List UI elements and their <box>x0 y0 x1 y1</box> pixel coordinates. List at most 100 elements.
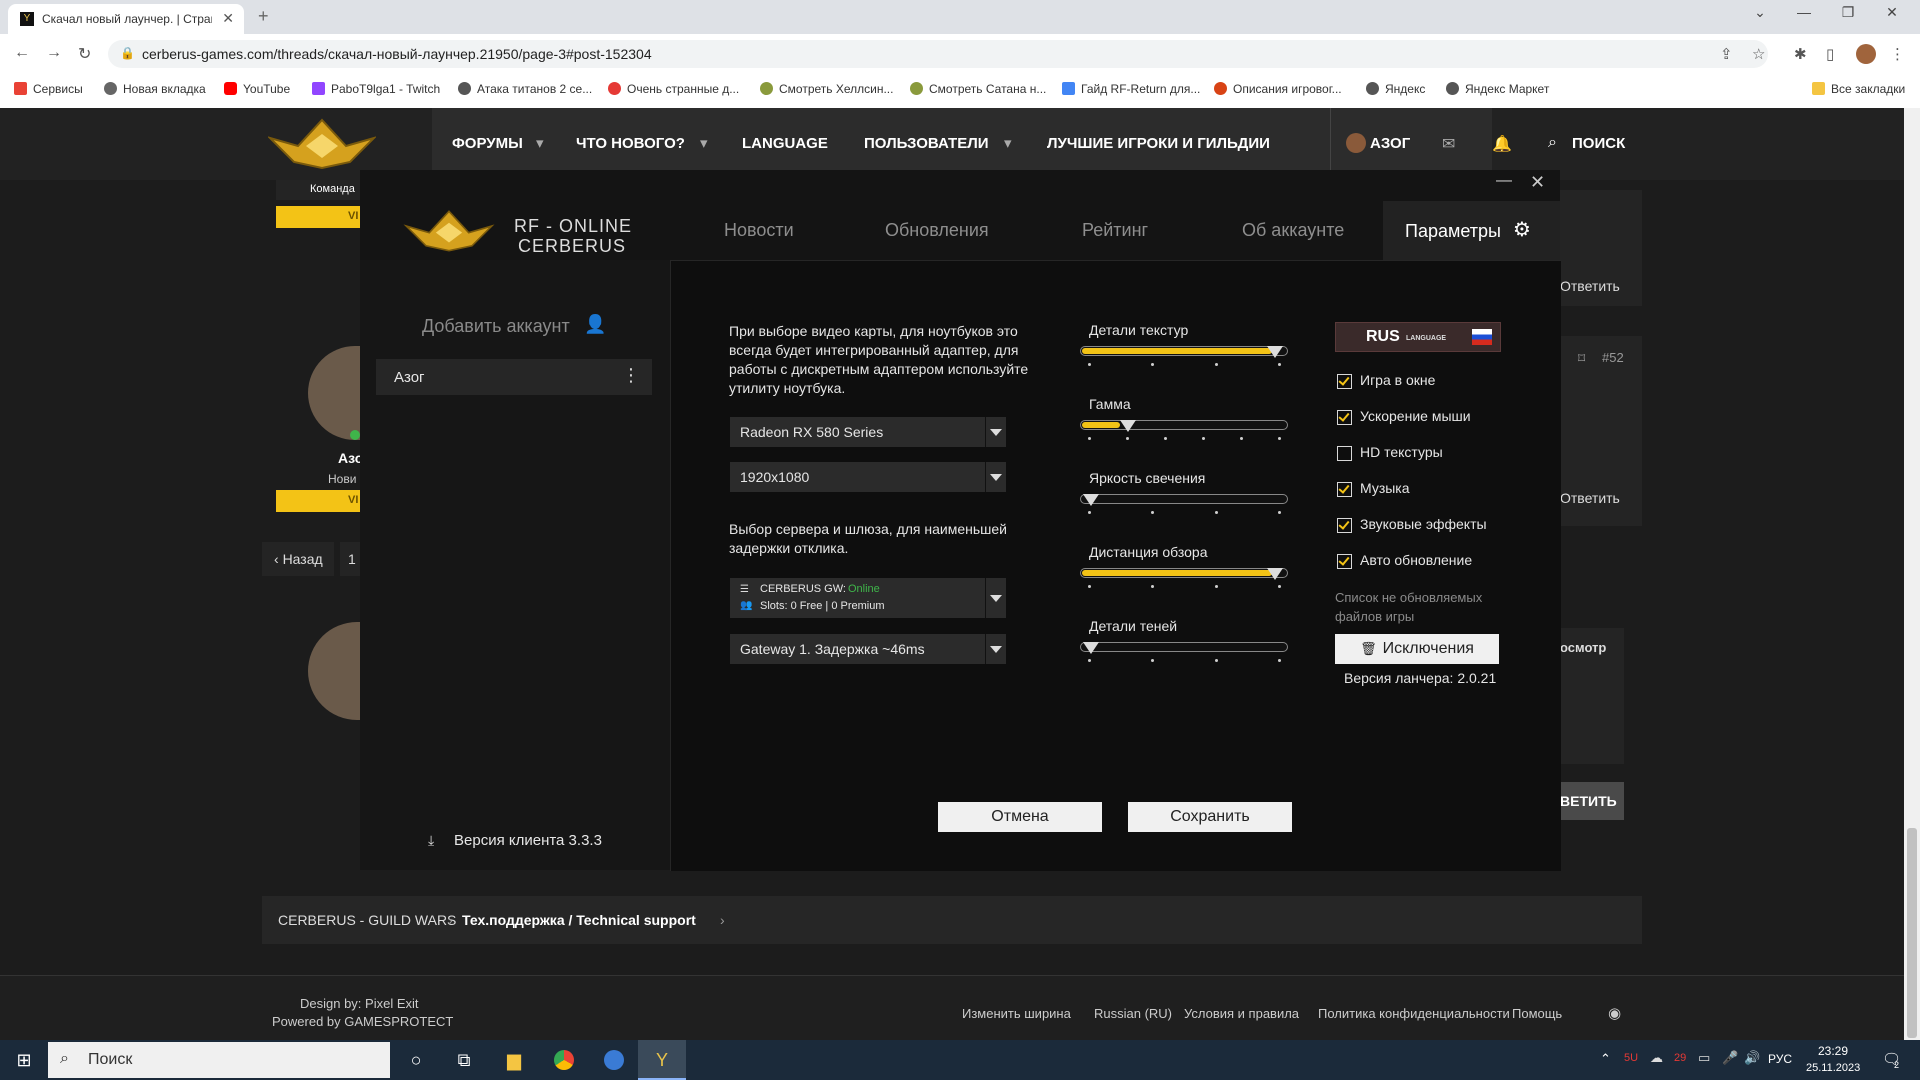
microphone-icon[interactable]: 🎤 <box>1722 1050 1738 1066</box>
checkbox-sound-effects[interactable] <box>1337 518 1352 533</box>
gateway-select[interactable]: Gateway 1. Задержка ~46ms <box>730 634 1006 664</box>
cerberus-logo[interactable] <box>268 116 376 172</box>
page-scrollbar[interactable] <box>1904 108 1920 1040</box>
nav-search[interactable]: ПОИСК <box>1572 108 1625 180</box>
extensions-icon[interactable]: ✱ <box>1794 45 1807 63</box>
footer-change-width[interactable]: Изменить ширина <box>962 1006 1071 1021</box>
tab-account[interactable]: Об аккаунте <box>1242 220 1344 241</box>
resolution-select[interactable]: 1920x1080 <box>730 462 1006 492</box>
tray-indicator-1[interactable]: 5U <box>1624 1052 1638 1064</box>
user-avatar[interactable] <box>1346 133 1366 153</box>
reply-link[interactable]: Ответить <box>1560 490 1620 506</box>
checkbox-auto-update[interactable] <box>1337 554 1352 569</box>
minimize-icon[interactable]: — <box>1784 4 1824 20</box>
tab-news[interactable]: Новости <box>724 220 794 241</box>
pagination-back[interactable]: ‹ Назад <box>262 542 334 576</box>
bookmark-rf-guide[interactable]: Гайд RF-Return для... <box>1062 82 1200 96</box>
url-input[interactable]: 🔒 cerberus-games.com/threads/скачал-новы… <box>108 40 1768 68</box>
slider-knob[interactable] <box>1083 494 1099 506</box>
forward-icon[interactable]: → <box>46 44 62 62</box>
footer-terms[interactable]: Условия и правила <box>1184 1006 1299 1021</box>
exclusions-button[interactable]: 🗑 Исключения <box>1335 634 1499 664</box>
tab-updates[interactable]: Обновления <box>885 220 989 241</box>
slider-track[interactable] <box>1080 346 1288 358</box>
network-icon[interactable]: ▭ <box>1698 1050 1710 1066</box>
add-user-icon[interactable]: 👤 <box>584 314 606 335</box>
side-panel-icon[interactable]: ▯ <box>1826 45 1834 63</box>
bookmark-hellsing[interactable]: Смотреть Хеллсин... <box>760 82 893 96</box>
bookmark-twitch[interactable]: PaboT9lga1 - Twitch <box>312 82 440 96</box>
app-icon[interactable] <box>590 1040 638 1080</box>
chrome-icon[interactable] <box>540 1040 588 1080</box>
close-window-icon[interactable]: ✕ <box>1872 4 1912 21</box>
bookmark-youtube[interactable]: YouTube <box>224 82 290 96</box>
share-icon[interactable]: ⇪ <box>1720 45 1733 63</box>
tab-settings[interactable]: Параметры ⚙ <box>1383 201 1560 263</box>
bookmark-services[interactable]: Сервисы <box>14 82 83 96</box>
cancel-button[interactable]: Отмена <box>938 802 1102 832</box>
cortana-icon[interactable]: ○ <box>392 1040 440 1080</box>
input-language[interactable]: РУС <box>1768 1052 1792 1066</box>
tab-search-icon[interactable]: ⌄ <box>1740 4 1780 21</box>
bookmark-yandex[interactable]: Яндекс <box>1366 82 1425 96</box>
tray-expand-icon[interactable]: ⌃ <box>1600 1051 1611 1067</box>
checkbox-mouse-accel[interactable] <box>1337 410 1352 425</box>
menu-icon[interactable]: ⋮ <box>1890 45 1905 63</box>
restore-icon[interactable]: ❐ <box>1828 4 1868 21</box>
pagination-page-1[interactable]: 1 <box>340 542 360 576</box>
rss-icon[interactable]: ◉ <box>1608 1004 1621 1022</box>
account-item[interactable]: Азог ⋮ <box>376 359 652 395</box>
bookmark-stranger-things[interactable]: Очень странные д... <box>608 82 739 96</box>
browser-tab[interactable]: Y Скачал новый лаунчер. | Стран ✕ <box>8 4 244 34</box>
slider-track[interactable] <box>1080 420 1288 432</box>
bookmark-satan[interactable]: Смотреть Сатана н... <box>910 82 1046 96</box>
close-tab-icon[interactable]: ✕ <box>222 10 234 27</box>
volume-icon[interactable]: 🔊 <box>1744 1050 1760 1066</box>
breadcrumb-section[interactable]: Тех.поддержка / Technical support <box>462 912 696 928</box>
all-bookmarks[interactable]: Все закладки <box>1812 82 1905 96</box>
server-select[interactable]: ☰ CERBERUS GW: Online 👥 Slots: 0 Free | … <box>730 578 1006 618</box>
language-selector[interactable]: RUS LANGUAGE <box>1335 322 1501 352</box>
powered-credit[interactable]: Powered by GAMESPROTECT <box>272 1014 453 1029</box>
reload-icon[interactable]: ↻ <box>78 44 91 64</box>
file-explorer-icon[interactable]: ▆ <box>490 1040 538 1080</box>
slider-knob[interactable] <box>1119 420 1136 432</box>
slider-knob[interactable] <box>1267 346 1283 358</box>
footer-language[interactable]: Russian (RU) <box>1094 1006 1172 1021</box>
checkbox-music[interactable] <box>1337 482 1352 497</box>
slider-track[interactable] <box>1080 494 1288 506</box>
cloud-icon[interactable]: ☁ <box>1650 1050 1663 1066</box>
bell-icon[interactable]: 🔔 <box>1492 134 1512 154</box>
post-number[interactable]: #52 <box>1602 350 1624 365</box>
bookmark-game-descriptions[interactable]: Описания игровог... <box>1214 82 1342 96</box>
bookmark-star-icon[interactable]: ☆ <box>1752 45 1765 63</box>
slider-track[interactable] <box>1080 568 1288 580</box>
post-avatar[interactable] <box>308 622 360 720</box>
save-button[interactable]: Сохранить <box>1128 802 1292 832</box>
bookmark-attack-titans[interactable]: Атака титанов 2 се... <box>458 82 592 96</box>
reply-link[interactable]: Ответить <box>1560 278 1620 294</box>
scrollbar-thumb[interactable] <box>1907 828 1917 1038</box>
slider-knob[interactable] <box>1267 568 1283 580</box>
bookmark-post-icon[interactable]: ⌑ <box>1578 350 1585 367</box>
reply-button[interactable]: ВЕТИТЬ <box>1560 782 1624 820</box>
clock-time[interactable]: 23:29 <box>1818 1044 1848 1058</box>
mail-icon[interactable]: ✉ <box>1442 134 1455 154</box>
taskbar-search[interactable]: ⌕ Поиск <box>48 1042 390 1078</box>
design-credit[interactable]: Design by: Pixel Exit <box>300 996 419 1011</box>
breadcrumb-root[interactable]: CERBERUS - GUILD WARS <box>278 912 456 928</box>
post-avatar[interactable] <box>308 346 360 440</box>
checkbox-hd-textures[interactable] <box>1337 446 1352 461</box>
windows-start-icon[interactable]: ⊞ <box>0 1040 48 1080</box>
kebab-menu-icon[interactable]: ⋮ <box>622 365 640 386</box>
bookmark-yandex-market[interactable]: Яндекс Маркет <box>1446 82 1549 96</box>
checkbox-windowed[interactable] <box>1337 374 1352 389</box>
footer-help[interactable]: Помощь <box>1512 1006 1562 1021</box>
footer-privacy[interactable]: Политика конфиденциальности <box>1318 1006 1510 1021</box>
clock-date[interactable]: 25.11.2023 <box>1806 1062 1860 1074</box>
back-icon[interactable]: ← <box>14 44 30 62</box>
profile-avatar[interactable] <box>1856 44 1876 64</box>
gpu-select[interactable]: Radeon RX 580 Series <box>730 417 1006 447</box>
tray-indicator-2[interactable]: 29 <box>1674 1052 1686 1064</box>
task-view-icon[interactable]: ⧉ <box>440 1040 488 1080</box>
